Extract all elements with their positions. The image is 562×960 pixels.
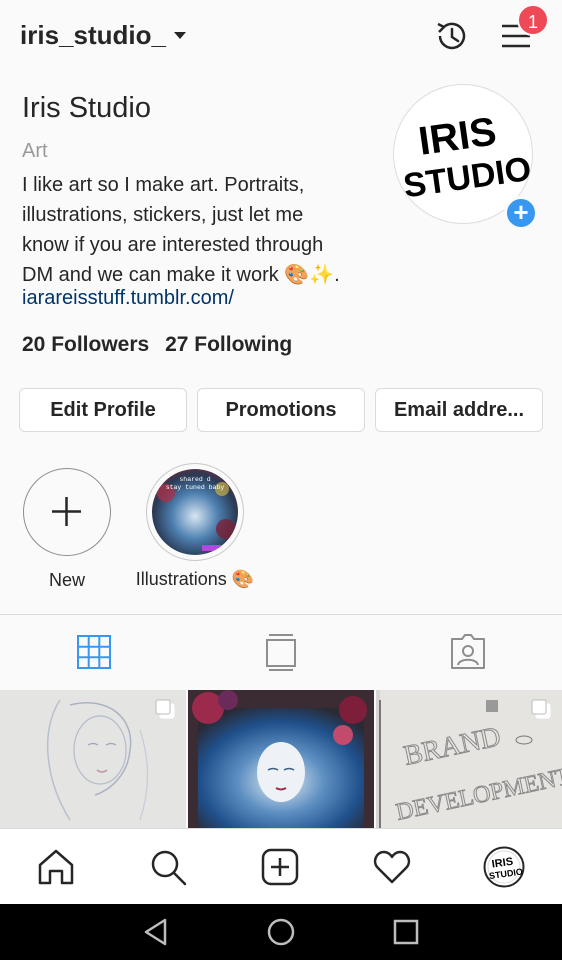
profile-icon: IRIS STUDIO: [483, 846, 525, 888]
highlight-cover-image: shared d stay tuned baby: [152, 469, 238, 555]
search-icon: [151, 850, 187, 886]
recents-icon[interactable]: [376, 914, 436, 950]
home-circle-icon[interactable]: [251, 914, 311, 950]
notification-badge: 1: [517, 4, 549, 36]
system-navigation-bar: [0, 904, 562, 960]
bio-line: illustrations, stickers, just let me: [22, 204, 304, 226]
profile-display-name: Iris Studio: [22, 92, 151, 124]
multiple-posts-icon: [531, 699, 551, 719]
bottom-navigation: IRIS STUDIO: [0, 828, 562, 904]
bio-line: DM and we can make it work 🎨✨.: [22, 264, 340, 286]
new-highlight-button[interactable]: [23, 468, 111, 556]
activity-icon: [373, 850, 411, 884]
tagged-icon: [450, 634, 485, 669]
highlight-label: Illustrations 🎨: [135, 569, 255, 589]
nav-activity[interactable]: [336, 829, 448, 905]
followers-count[interactable]: 20 Followers: [22, 333, 149, 356]
nav-home[interactable]: [0, 829, 112, 905]
bio-line: I like art so I make art. Portraits,: [22, 174, 305, 196]
edit-profile-button[interactable]: Edit Profile: [19, 388, 187, 432]
feed-icon: [265, 634, 296, 671]
multiple-posts-icon: [155, 699, 175, 719]
post-image: [188, 690, 374, 830]
add-post-icon: [261, 848, 299, 886]
plus-icon: [52, 497, 81, 526]
nav-search[interactable]: [112, 829, 224, 905]
account-switcher-username[interactable]: iris_studio_: [20, 20, 166, 51]
chevron-down-icon[interactable]: [174, 32, 186, 39]
home-icon: [38, 849, 74, 885]
profile-website-link[interactable]: iarareisstuff.tumblr.com/: [22, 287, 234, 310]
post-thumbnail[interactable]: BRAND DEVELOPMENT: [376, 690, 562, 830]
post-thumbnail[interactable]: [0, 690, 186, 830]
highlight-overlay-text: stay tuned baby: [166, 484, 225, 491]
grid-icon: [76, 635, 111, 669]
promotions-button[interactable]: Promotions: [197, 388, 365, 432]
profile-category: Art: [22, 140, 48, 162]
nav-add-post[interactable]: [224, 829, 336, 905]
history-icon[interactable]: [432, 16, 472, 56]
tab-grid[interactable]: [0, 615, 187, 689]
tab-feed[interactable]: [187, 615, 374, 689]
add-story-plus-icon[interactable]: +: [504, 196, 538, 230]
tab-tagged[interactable]: [374, 615, 561, 689]
bio-line: know if you are interested through: [22, 234, 324, 256]
profile-bio: I like art so I make art. Portraits, ill…: [22, 170, 382, 290]
email-button[interactable]: Email addre...: [375, 388, 543, 432]
following-count[interactable]: 27 Following: [165, 333, 292, 356]
highlight-label: New: [48, 570, 85, 590]
nav-profile[interactable]: IRIS STUDIO: [448, 829, 560, 905]
post-thumbnail[interactable]: [188, 690, 374, 830]
highlight-overlay-text: shared d: [179, 476, 210, 483]
profile-tabs: [0, 615, 562, 689]
profile-stats: 20 Followers 27 Following: [22, 333, 302, 357]
back-icon[interactable]: [126, 914, 186, 950]
top-bar: iris_studio_ 1: [0, 0, 562, 72]
